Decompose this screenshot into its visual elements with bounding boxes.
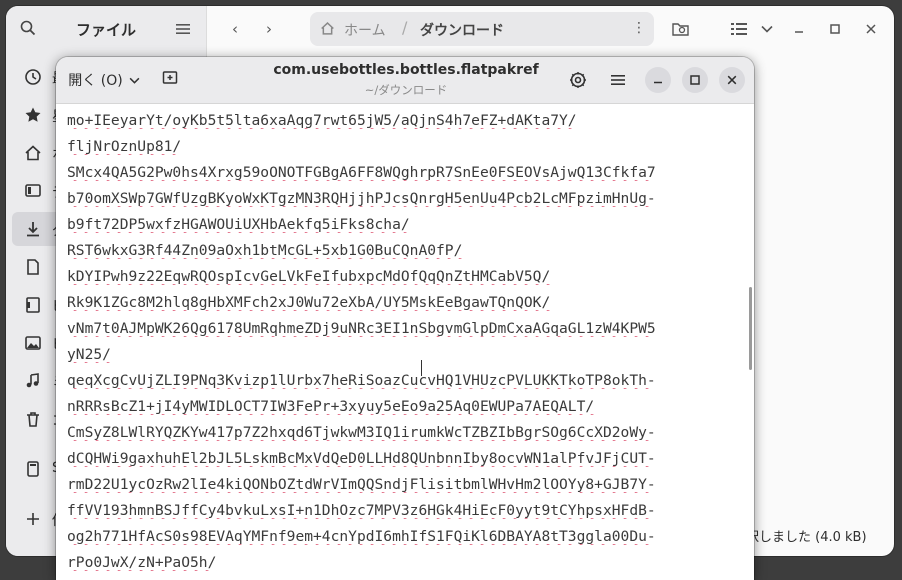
search-in-folder-button[interactable] — [668, 16, 694, 42]
music-icon — [24, 372, 42, 390]
video-icon — [24, 296, 42, 314]
text-line: fljNrOznUp81/ — [67, 138, 182, 155]
text-line: mo+IEeyarYt/oyKb5t5lta6xaAqg7rwt65jW5/aQ… — [67, 112, 577, 129]
file-manager-header: ‹ › ホーム / ダウンロード ⋮ — [206, 6, 894, 52]
document-path: ~/ダウンロード — [364, 83, 448, 97]
minimize-button[interactable] — [645, 67, 671, 93]
text-editor-area[interactable]: mo+IEeyarYt/oyKb5t5lta6xaAqg7rwt65jW5/aQ… — [56, 104, 754, 580]
text-line: vNm7t0AJMpWK26Qg6178UmRqhmeZDj9uNRc3EI1n… — [67, 320, 656, 337]
text-line: Rk9K1ZGc8M2hlq8gHbXMFch2xJ0Wu72eXbA/UY5M… — [67, 294, 551, 311]
document-title: com.usebottles.bottles.flatpakref — [273, 62, 539, 78]
text-line: nRRRsBcZ1+jI4yMWIDLOCT7IW3FePr+3xyuy5eEo… — [67, 398, 595, 415]
maximize-button[interactable] — [682, 67, 708, 93]
hamburger-menu-icon[interactable] — [607, 69, 629, 91]
plus-icon — [24, 510, 42, 528]
text-line: SMcx4QA5G2Pw0hs4Xrxg59oONOTFGBgA6FF8WQgh… — [67, 164, 656, 181]
minimize-button[interactable] — [786, 16, 812, 42]
text-line: CmSyZ8LWlRYQZKYw417p7Z2hxqd6TjwkwM3IQ1ir… — [67, 424, 656, 441]
path-menu-button[interactable]: ⋮ — [632, 20, 646, 36]
list-view-icon[interactable] — [726, 16, 752, 42]
chevron-down-icon[interactable] — [754, 16, 780, 42]
text-line: b9ft72DP5wxfzHGAWOUiUXHbAekfq5iFks8cha/ — [67, 216, 410, 233]
open-button[interactable]: 開く (O) — [64, 65, 144, 95]
sidebar-header: ファイル — [6, 6, 206, 52]
close-button[interactable] — [858, 16, 884, 42]
breadcrumb-separator: / — [402, 18, 408, 37]
text-line: RST6wkxG3Rf44Zn09aOxh1btMcGL+5xb1G0BuCQn… — [67, 242, 463, 259]
back-button[interactable]: ‹ — [222, 16, 248, 42]
new-tab-icon[interactable] — [162, 69, 178, 89]
editor-header-bar: 開く (O) com.usebottles.bottles.flatpakref… — [56, 57, 754, 104]
text-line: og2h771HfAcS0s98EVAqYMFnf9em+4cnYpdI6mhI… — [67, 528, 656, 545]
text-line: ffVV193hmnBSJffCy4bvkuLxsI+n1DhOzc7MPV3z… — [67, 502, 656, 519]
text-line: dCQHWi9gaxhuhEl2bJL5LskmBcMxVdQeD0LLHd8Q… — [67, 450, 656, 467]
maximize-button[interactable] — [822, 16, 848, 42]
desktop-icon — [24, 182, 42, 200]
star-icon — [24, 106, 42, 124]
forward-button[interactable]: › — [256, 16, 282, 42]
text-line: yN25/ — [67, 346, 111, 363]
text-line-partial — [67, 104, 737, 108]
text-cursor — [421, 360, 422, 376]
text-line: qeqXcgCvUjZLI9PNq3Kvizp1lUrbx7heRiSoazCu… — [67, 372, 656, 389]
home-icon — [24, 144, 42, 162]
text-line: rPo0JwX/zN+PaO5h/ — [67, 554, 217, 571]
close-button[interactable] — [719, 67, 745, 93]
clock-icon — [24, 68, 42, 86]
drive-icon — [24, 460, 42, 478]
path-bar[interactable]: ホーム / ダウンロード ⋮ — [310, 12, 654, 46]
status-text: 択しました (4.0 kB) — [746, 530, 867, 545]
vertical-scrollbar[interactable] — [749, 287, 752, 370]
picture-icon — [24, 334, 42, 352]
text-line: b70omXSWp7GWfUzgBKyoWxKTgzMN3RQHjjhPJcsQ… — [67, 190, 656, 207]
hamburger-menu-icon[interactable] — [176, 21, 190, 40]
text-line: kDYIPwh9z22EqwRQOspIcvGeLVkFeIfubxpcMdOf… — [67, 268, 551, 285]
home-icon — [320, 21, 335, 40]
sidebar-title: ファイル — [76, 21, 137, 39]
document-icon — [24, 258, 42, 276]
chevron-down-icon — [129, 72, 140, 88]
settings-gear-icon[interactable] — [567, 69, 589, 91]
download-icon — [24, 220, 42, 238]
trash-icon — [24, 410, 42, 428]
open-button-label: 開く (O) — [68, 73, 123, 89]
search-icon[interactable] — [20, 20, 36, 40]
breadcrumb-current[interactable]: ダウンロード — [420, 20, 504, 40]
breadcrumb-home[interactable]: ホーム — [344, 20, 386, 40]
text-editor-window: 開く (O) com.usebottles.bottles.flatpakref… — [56, 57, 754, 580]
text-line: rmD22U1ycOzRw2lIe4kiQONbOZtdWrVImQQSndjF… — [67, 476, 656, 493]
